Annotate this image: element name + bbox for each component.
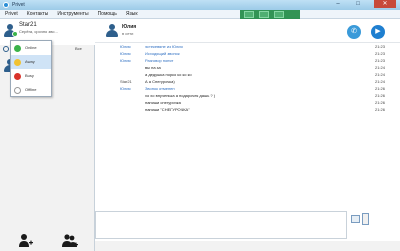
title-bar: Privet – □ ✕ <box>0 0 400 10</box>
message-sender: Юлия <box>120 86 131 91</box>
send-file-button[interactable] <box>362 213 369 225</box>
message-text: хо хо внученька а подарочек дашь ? ) <box>145 93 216 98</box>
chat-pane: Юлия в сети ✆ ▶ Юлия эстекевяне из Юлия … <box>95 19 400 251</box>
message-row: а дедушка норко ко ко ко 21:24 <box>95 71 400 78</box>
my-status-dot[interactable] <box>12 31 18 37</box>
message-text: Разговор понят <box>145 58 174 63</box>
menu-bar: Privet Контакты Инструменты Помощь Язык <box>0 10 400 19</box>
message-time: 21:23 <box>374 58 385 63</box>
maximize-button[interactable]: □ <box>350 0 366 8</box>
message-time: 21:23 <box>374 44 385 49</box>
busy-icon <box>14 73 21 80</box>
message-time: 21:26 <box>374 86 385 91</box>
message-list: Юлия эстекевяне из Юлия 21:23 Юлия Исход… <box>95 43 400 227</box>
app-icon <box>3 2 9 8</box>
search-icon[interactable] <box>3 46 9 52</box>
menu-privet[interactable]: Privet <box>0 10 22 19</box>
my-name: Star21 <box>19 22 37 28</box>
menu-contacts[interactable]: Контакты <box>22 10 53 19</box>
message-text: напиши снегуричка <box>145 100 181 105</box>
status-bar <box>95 241 400 251</box>
video-camera-icon: ▶ <box>375 28 381 35</box>
menu-language[interactable]: Язык <box>121 10 142 19</box>
add-group-button[interactable] <box>62 233 78 249</box>
message-time: 21:24 <box>374 65 385 70</box>
status-away[interactable]: Away <box>11 55 51 69</box>
message-text: эстекевяне из Юлия <box>145 44 183 49</box>
status-menu: Online Away Busy Offline <box>10 40 52 97</box>
message-text: вы на за <box>145 65 161 70</box>
tab-all[interactable]: Все <box>75 46 82 51</box>
minimize-button[interactable]: – <box>330 0 346 8</box>
away-icon <box>14 59 21 66</box>
message-row: Юлия Звонок отменен 21:26 <box>95 85 400 92</box>
message-input-box <box>95 211 347 239</box>
message-input[interactable] <box>96 212 346 238</box>
message-time: 21:26 <box>374 107 385 112</box>
status-busy-label: Busy <box>25 73 34 78</box>
status-busy[interactable]: Busy <box>11 69 51 83</box>
message-row: Юлия эстекевяне из Юлия 21:23 <box>95 43 400 50</box>
message-row: Юлия Исходящий звонок 21:23 <box>95 50 400 57</box>
menu-help[interactable]: Помощь <box>93 10 121 19</box>
status-away-label: Away <box>25 59 35 64</box>
message-row: Юлия Разговор понят 21:23 <box>95 57 400 64</box>
add-user-icon <box>19 234 33 247</box>
window-title: Privet <box>12 2 25 8</box>
message-sender: Star21 <box>120 79 132 84</box>
my-status-message[interactable]: Серёга, срочно зво... <box>19 29 93 34</box>
status-online[interactable]: Online <box>11 41 51 55</box>
add-group-icon <box>62 234 78 247</box>
message-row: напиши снегуричка 21:26 <box>95 99 400 106</box>
close-button[interactable]: ✕ <box>374 0 396 8</box>
add-contact-button[interactable] <box>18 233 34 249</box>
tray-window-icon[interactable] <box>274 11 284 18</box>
chat-contact-name: Юлия <box>122 24 137 30</box>
message-sender: Юлия <box>120 51 131 56</box>
message-time: 21:24 <box>374 79 385 84</box>
chat-avatar <box>105 23 119 37</box>
message-text: А а Снегурочка) <box>145 79 175 84</box>
message-sender: Юлия <box>120 44 131 49</box>
online-icon <box>14 45 21 52</box>
emoji-button[interactable] <box>351 215 360 223</box>
menu-tools[interactable]: Инструменты <box>52 10 92 19</box>
message-text: Звонок отменен <box>145 86 175 91</box>
tray-window-icon[interactable] <box>259 11 269 18</box>
message-row: напиши "СНЕГУРОЧКА" 21:26 <box>95 106 400 113</box>
video-call-button[interactable]: ▶ <box>371 25 385 39</box>
message-text: Исходящий звонок <box>145 51 180 56</box>
message-text: а дедушка норко ко ко ко <box>145 72 192 77</box>
contacts-footer <box>0 229 95 251</box>
message-row: хо хо внученька а подарочек дашь ? ) 21:… <box>95 92 400 99</box>
status-online-label: Online <box>25 45 37 50</box>
message-row: Star21 А а Снегурочка) 21:24 <box>95 78 400 85</box>
tray-window-icon[interactable] <box>244 11 254 18</box>
status-offline-label: Offline <box>25 87 37 92</box>
taskbar-tray <box>240 10 300 19</box>
offline-icon <box>14 87 21 94</box>
chat-contact-status: в сети <box>122 31 134 36</box>
voice-call-button[interactable]: ✆ <box>347 25 361 39</box>
contacts-pane: Star21 Серёга, срочно зво... Все Online … <box>0 19 95 251</box>
message-sender: Юлия <box>120 58 131 63</box>
message-row: вы на за 21:24 <box>95 64 400 71</box>
message-time: 21:26 <box>374 100 385 105</box>
message-time: 21:24 <box>374 72 385 77</box>
phone-icon: ✆ <box>351 28 357 35</box>
message-time: 21:26 <box>374 93 385 98</box>
chat-header: Юлия в сети ✆ ▶ <box>95 19 400 43</box>
message-time: 21:23 <box>374 51 385 56</box>
message-text: напиши "СНЕГУРОЧКА" <box>145 107 190 112</box>
status-offline[interactable]: Offline <box>11 83 51 97</box>
